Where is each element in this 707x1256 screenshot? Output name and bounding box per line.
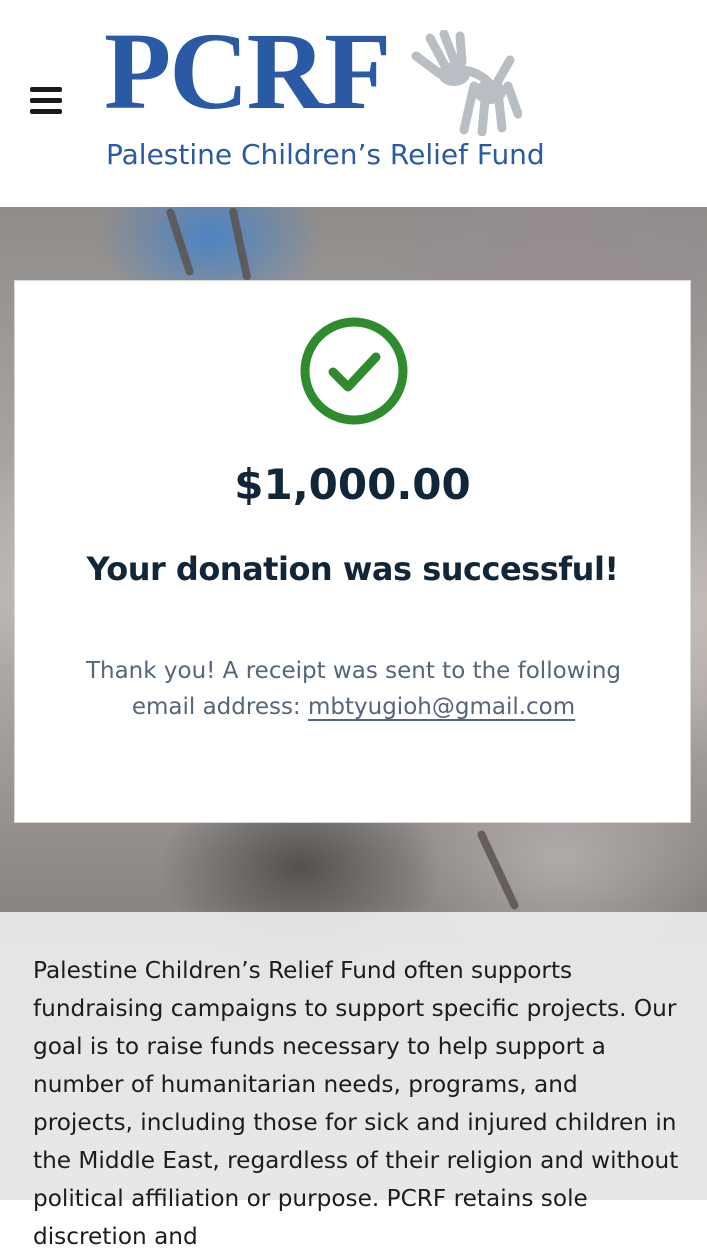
- receipt-message: Thank you! A receipt was sent to the fol…: [55, 653, 652, 725]
- site-header: PCRF Palestine Children’s Relief Fund: [0, 0, 707, 207]
- campaign-description-section: Palestine Children’s Relief Fund often s…: [0, 912, 707, 1250]
- success-title: Your donation was successful!: [86, 550, 619, 588]
- campaign-description-text: Palestine Children’s Relief Fund often s…: [33, 957, 679, 1250]
- menu-bar: [30, 98, 62, 103]
- logo-title: PCRF: [104, 10, 391, 132]
- check-circle-icon: [300, 317, 408, 425]
- receipt-email-link[interactable]: mbtyugioh@gmail.com: [308, 694, 575, 720]
- logo-subtitle: Palestine Children’s Relief Fund: [106, 138, 545, 171]
- rebar-decoration: [228, 207, 252, 282]
- menu-bar: [30, 109, 62, 114]
- rebar-decoration: [165, 207, 195, 277]
- menu-bar: [30, 87, 62, 92]
- donation-success-card: $1,000.00 Your donation was successful! …: [14, 280, 691, 823]
- hands-icon: [411, 30, 522, 136]
- hamburger-menu-icon[interactable]: [28, 84, 64, 116]
- pcrf-logo[interactable]: PCRF Palestine Children’s Relief Fund: [104, 16, 545, 186]
- rebar-decoration: [476, 829, 520, 911]
- donation-amount: $1,000.00: [234, 460, 471, 509]
